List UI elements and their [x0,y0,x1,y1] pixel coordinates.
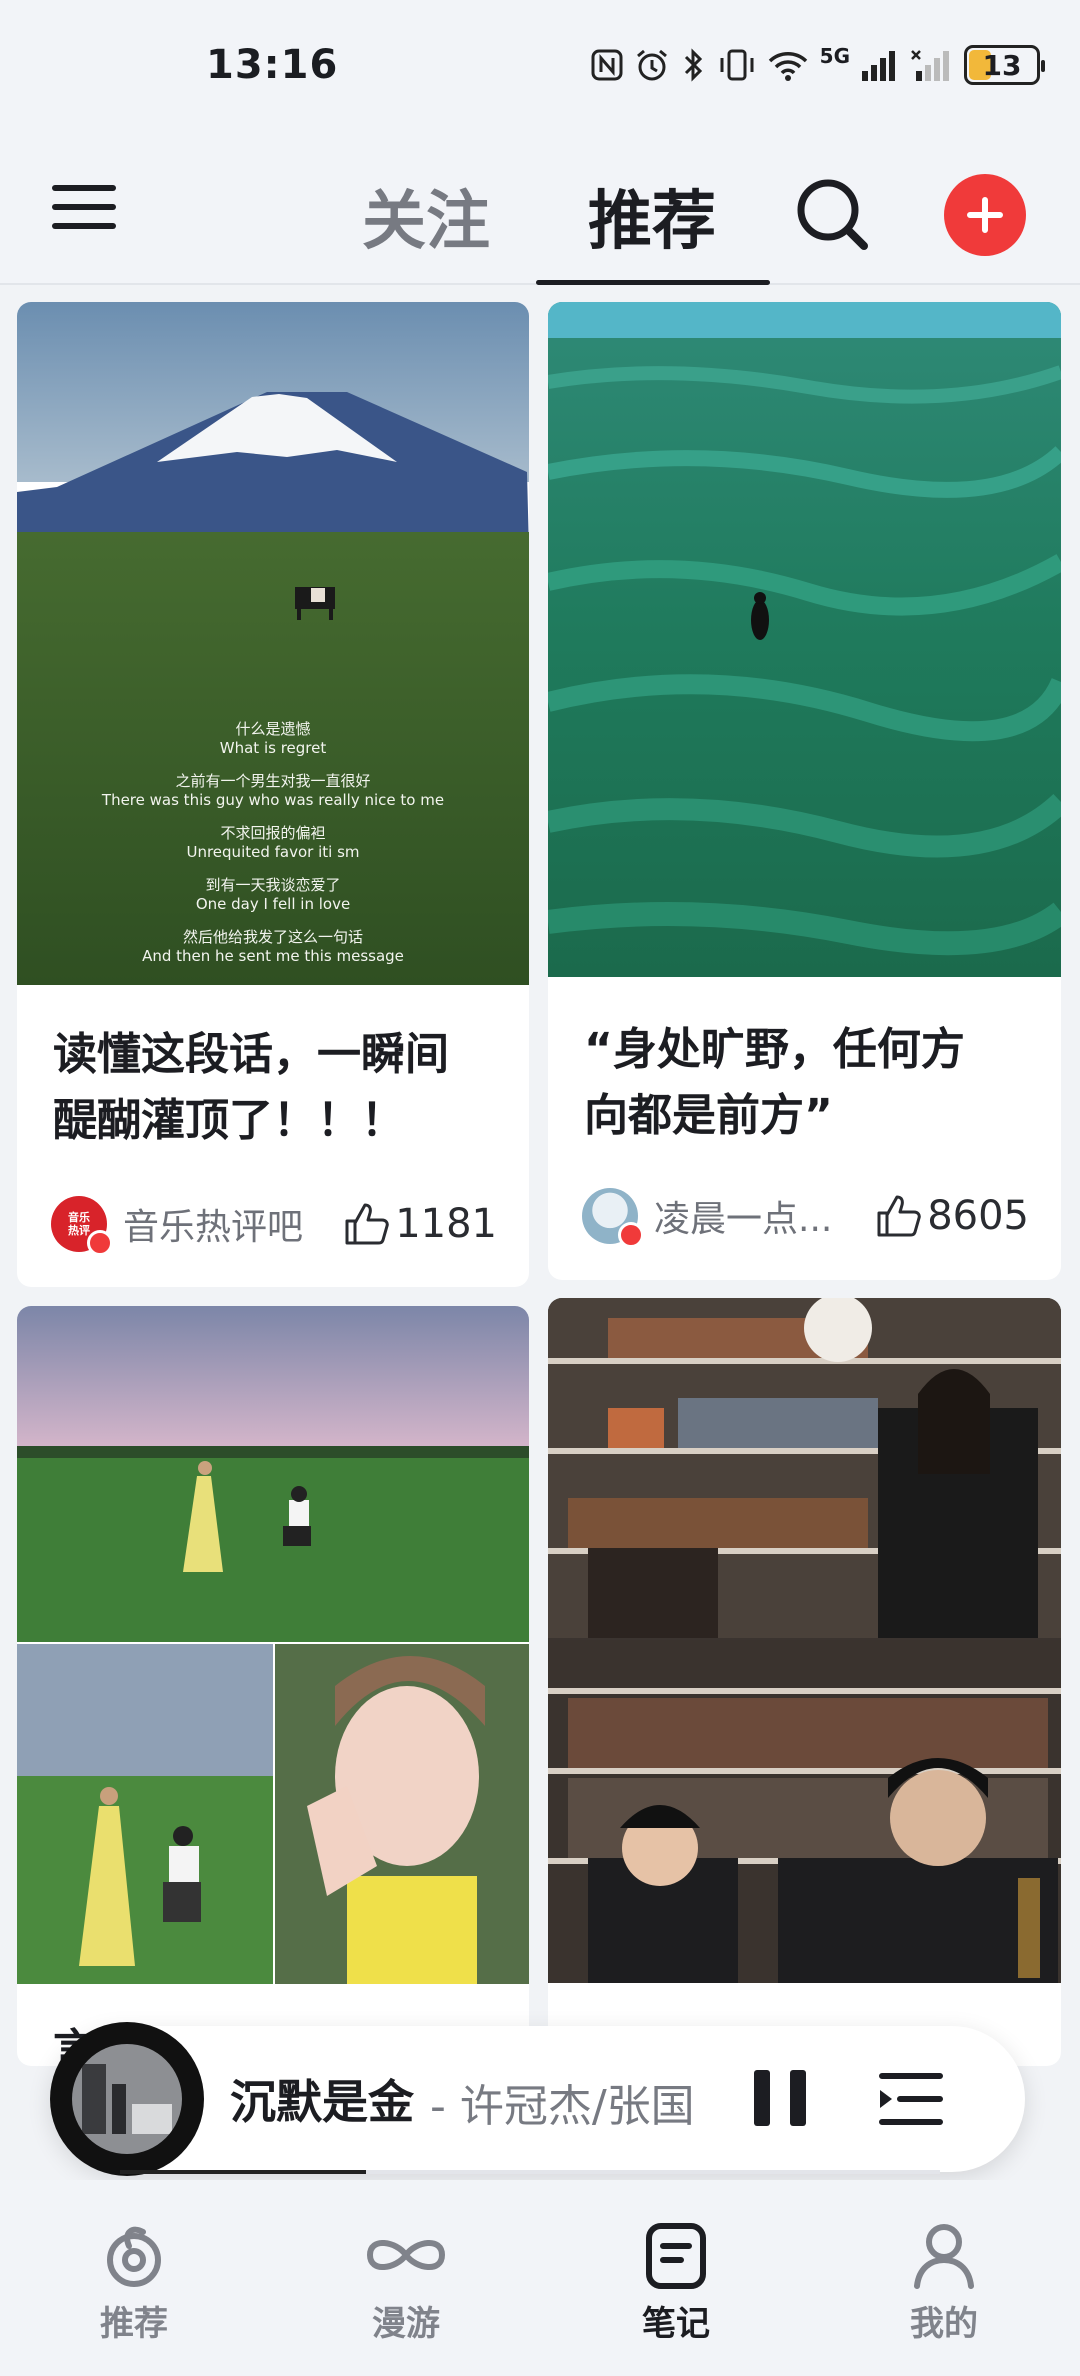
album-disc[interactable] [50,2022,204,2176]
caption-line: 什么是遗憾 [235,720,311,738]
alarm-icon [636,49,667,81]
pause-icon[interactable] [750,2066,810,2132]
caption-line: 之前有一个男生对我一直很好 [175,772,371,790]
feed-card[interactable]: 什么是遗憾 What is regret 之前有一个男生对我一直很好 There… [17,302,529,1287]
nav-item-mine[interactable]: 我的 [874,2220,1014,2345]
song-artist: - 许冠杰/张国 [430,2081,695,2132]
card-title-line: 醍醐灌顶了！！！ [53,1095,405,1146]
caption-line: And then he sent me this message [142,947,404,965]
active-tab-indicator [536,280,770,285]
album-art [72,2044,182,2154]
tab-recommend[interactable]: 推荐 [588,170,716,262]
battery-indicator: 13 [964,45,1045,85]
nav-label: 笔记 [642,2304,710,2344]
mini-player[interactable]: 沉默是金 - 许冠杰/张国 [50,2022,1025,2176]
infinity-icon [366,2240,446,2270]
verified-badge [87,1230,113,1256]
caption-line: There was this guy who was really nice t… [101,791,445,809]
card-title-line: 向都是前方” [584,1090,833,1141]
thumbs-up-icon [877,1195,921,1237]
card-image-bookshelf [548,1298,1061,1983]
like-count: 8605 [927,1193,1029,1239]
network-type: 5G [819,44,850,68]
wifi-icon [768,52,807,81]
vibrate-icon [720,49,754,81]
card-image-grassland [548,302,1061,977]
tab-follow[interactable]: 关注 [362,170,490,262]
grassland-image [548,302,1061,977]
nav-item-roam[interactable]: 漫游 [336,2220,476,2345]
avatar-text: 音乐热评 [68,1211,90,1237]
thumbs-up-icon [345,1203,389,1245]
avatar[interactable] [582,1188,644,1248]
feed-card[interactable]: 言 [17,1306,529,2066]
status-bar: 13:16 5G 13 [0,0,1080,140]
recommend-icon [107,2226,161,2287]
song-title: 沉默是金 [230,2075,414,2129]
bottom-nav: 推荐 漫游 笔记 我的 [0,2180,1080,2376]
verified-badge [618,1222,644,1248]
album-art-image [72,2044,182,2154]
like-button[interactable]: 1181 [343,1201,497,1247]
like-count: 1181 [395,1201,497,1247]
menu-icon[interactable] [52,185,116,241]
signal-weak-icon [911,50,949,81]
card-image-proposal [17,1306,529,1984]
feed-card[interactable]: “身处旷野，任何方 向都是前方” 凌晨一点... 8605 [548,302,1061,1280]
like-button[interactable]: 8605 [875,1193,1029,1239]
nav-label: 推荐 [100,2304,168,2344]
top-nav: 关注 推荐 [0,140,1080,285]
caption-line: Unrequited favor iti sm [186,843,360,861]
nfc-icon [591,49,623,81]
avatar[interactable]: 音乐热评 [51,1196,113,1256]
status-time: 13:16 [206,42,339,88]
bookshelf-image [548,1298,1061,1983]
card-title: 读懂这段话，一瞬间 醍醐灌顶了！！！ [53,1022,449,1154]
feed-card[interactable] [548,1298,1061,2066]
card-title: “身处旷野，任何方 向都是前方” [584,1017,965,1149]
search-icon[interactable] [792,174,872,254]
notes-icon [646,2223,706,2289]
caption-line: 然后他给我发了这么一句话 [182,928,363,946]
author-name[interactable]: 凌晨一点... [654,1190,865,1242]
card-meta: 音乐热评 音乐热评吧 1181 [51,1194,497,1256]
card-title-line: 读懂这段话，一瞬间 [53,1029,449,1080]
proposal-collage-image [17,1306,529,1984]
playback-progress[interactable] [120,2170,940,2174]
author-name[interactable]: 音乐热评吧 [123,1198,333,1250]
card-title-line: “身处旷野，任何方 [584,1024,965,1075]
add-icon[interactable] [944,174,1026,256]
caption-line: One day I fell in love [195,895,351,913]
nav-item-recommend[interactable]: 推荐 [64,2220,204,2345]
nav-label: 我的 [910,2304,978,2344]
bluetooth-icon [684,48,702,82]
playlist-icon[interactable] [876,2066,946,2132]
battery-level: 13 [982,48,1022,82]
card-image-mountain: 什么是遗憾 What is regret 之前有一个男生对我一直很好 There… [17,302,529,985]
plus-icon [967,197,1003,233]
nav-item-notes[interactable]: 笔记 [606,2220,746,2345]
profile-icon [914,2224,974,2289]
caption-line: What is regret [219,739,327,757]
card-meta: 凌晨一点... 8605 [582,1186,1029,1248]
signal-icon [862,51,895,81]
image-caption: 什么是遗憾 What is regret 之前有一个男生对我一直很好 There… [17,720,529,966]
nav-label: 漫游 [372,2304,440,2344]
caption-line: 到有一天我谈恋爱了 [205,876,341,894]
status-icons: 5G 13 [590,44,1045,86]
playback-progress-fill [120,2170,366,2174]
caption-line: 不求回报的偏袒 [220,824,326,842]
